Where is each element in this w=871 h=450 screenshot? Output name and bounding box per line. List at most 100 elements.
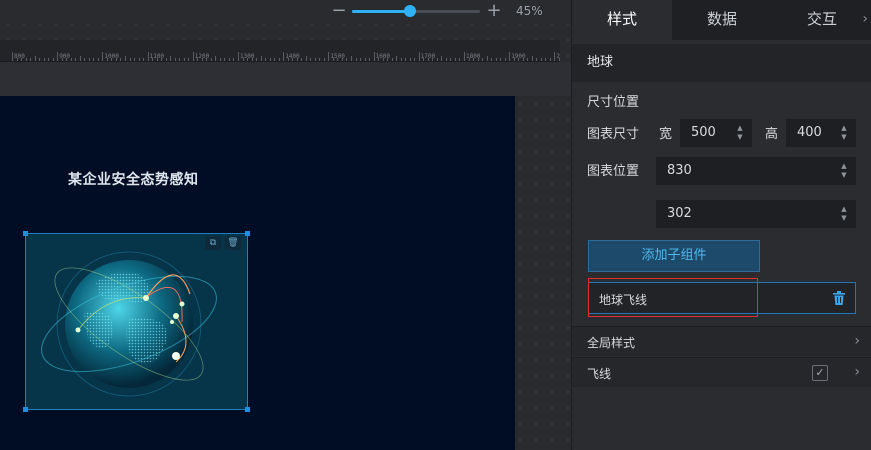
ruler-minor-tick (52, 58, 54, 61)
ruler-minor-tick (34, 56, 36, 61)
ruler-minor-tick (138, 58, 140, 61)
ruler-minor-tick (174, 58, 176, 61)
ruler-minor-tick (527, 58, 529, 61)
ruler-minor-tick (540, 58, 542, 61)
position-y-value: 302 (667, 206, 692, 221)
ruler-major-tick (373, 52, 375, 61)
position-y-input[interactable]: 302 ▲ ▼ (656, 200, 856, 228)
screen-canvas[interactable]: 某企业安全态势感知 ⧉ 🗑 (0, 96, 515, 450)
zoom-toolbar: − + 45% (0, 0, 571, 24)
ruler-minor-tick (143, 58, 145, 61)
ruler-minor-tick (459, 58, 461, 61)
ruler-minor-tick (477, 58, 479, 61)
zoom-slider-thumb[interactable] (403, 5, 416, 17)
ruler-major-tick (192, 52, 194, 61)
tabs-scroll-right-chevron-icon[interactable]: › (862, 11, 868, 27)
flyline-visible-checkbox[interactable]: ✓ (812, 365, 828, 381)
ruler-minor-tick (391, 58, 393, 61)
screen-title[interactable]: 某企业安全态势感知 (68, 169, 199, 189)
position-y-stepper-icon[interactable]: ▲ ▼ (839, 205, 849, 223)
ruler-minor-tick (346, 58, 348, 61)
position-x-stepper-icon[interactable]: ▲ ▼ (839, 162, 849, 180)
add-child-component-button[interactable]: 添加子组件 (588, 240, 760, 272)
child-component-label: 地球飞线 (599, 293, 648, 307)
ruler-minor-tick (183, 58, 185, 61)
height-value: 400 (797, 125, 822, 140)
ruler-minor-tick (233, 58, 235, 61)
ruler-minor-tick (152, 58, 154, 61)
ruler-minor-tick (355, 58, 357, 61)
ruler-minor-tick (75, 58, 77, 61)
ruler-major-tick (554, 52, 556, 61)
chart-size-label: 图表尺寸 (587, 127, 640, 142)
ruler-minor-tick (125, 56, 126, 61)
ruler-minor-tick (256, 58, 258, 61)
ruler-minor-tick (454, 58, 456, 61)
ruler-minor-tick (206, 58, 208, 61)
height-stepper-icon[interactable]: ▲ ▼ (839, 124, 849, 142)
ruler-minor-tick (400, 58, 402, 61)
trash-icon[interactable] (833, 291, 845, 305)
ruler-minor-tick (387, 58, 389, 61)
flyline-label: 飞线 (587, 367, 612, 381)
tab-interaction[interactable]: 交互 (772, 0, 871, 40)
ruler-minor-tick (531, 56, 533, 61)
ruler-minor-tick (323, 58, 325, 61)
ruler-minor-tick (337, 58, 339, 61)
ruler-minor-tick (165, 58, 167, 61)
ruler-major-tick (57, 52, 59, 61)
ruler-minor-tick (274, 58, 276, 61)
zoom-slider[interactable] (352, 5, 480, 17)
zoom-out-minus-icon[interactable]: − (331, 2, 347, 20)
ruler-minor-tick (513, 58, 515, 61)
width-stepper-icon[interactable]: ▲ ▼ (735, 124, 745, 142)
ruler-major-tick (12, 52, 13, 61)
ruler-minor-tick (310, 58, 312, 61)
ruler-minor-tick (536, 58, 538, 61)
chevron-right-icon: › (854, 333, 860, 349)
ruler-minor-tick (170, 56, 172, 61)
ruler-minor-tick (79, 56, 81, 61)
zoom-in-plus-icon[interactable]: + (486, 2, 502, 20)
ruler-minor-tick (242, 58, 244, 61)
width-value: 500 (691, 125, 716, 140)
height-input[interactable]: 400 ▲ ▼ (786, 119, 856, 147)
ruler-minor-tick (473, 58, 475, 61)
ruler-minor-tick (504, 58, 506, 61)
ruler-minor-tick (93, 58, 95, 61)
ruler-minor-tick (341, 58, 343, 61)
ruler-minor-tick (301, 58, 303, 61)
ruler-minor-tick (188, 58, 190, 61)
ruler-minor-tick (450, 58, 452, 61)
ruler-minor-tick (369, 58, 371, 61)
ruler-minor-tick (319, 58, 321, 61)
ruler-minor-tick (111, 58, 113, 61)
global-style-section[interactable]: 全局样式 › (572, 326, 871, 356)
ruler-minor-tick (228, 58, 230, 61)
ruler-minor-tick (224, 58, 226, 61)
child-component-item[interactable]: 地球飞线 (588, 282, 856, 314)
position-x-input[interactable]: 830 ▲ ▼ (656, 157, 856, 185)
ruler-minor-tick (427, 58, 429, 61)
ruler-minor-tick (292, 58, 294, 61)
ruler-minor-tick (97, 58, 99, 61)
tab-style[interactable]: 样式 (572, 0, 672, 40)
ruler-minor-tick (201, 58, 203, 61)
earth-widget[interactable]: ⧉ 🗑 (23, 231, 250, 412)
ruler-minor-tick (16, 58, 18, 61)
chart-position-label: 图表位置 (587, 164, 640, 179)
chevron-right-icon: › (854, 364, 860, 380)
ruler-minor-tick (382, 58, 384, 61)
ruler-minor-tick (314, 58, 316, 61)
tab-data[interactable]: 数据 (672, 0, 772, 40)
ruler-minor-tick (215, 56, 217, 61)
size-position-label: 尺寸位置 (587, 95, 640, 110)
ruler-minor-tick (39, 58, 41, 61)
ruler-minor-tick (70, 58, 72, 61)
width-input[interactable]: 500 ▲ ▼ (680, 119, 752, 147)
flyline-section[interactable]: 飞线 ✓ › (572, 357, 871, 387)
ruler-minor-tick (409, 58, 411, 61)
canvas-area: − + 45% 800 900 1000 1100 1200 1300 1400 1500 16… (0, 0, 571, 450)
ruler-minor-tick (332, 58, 334, 61)
ruler-minor-tick (436, 58, 438, 61)
